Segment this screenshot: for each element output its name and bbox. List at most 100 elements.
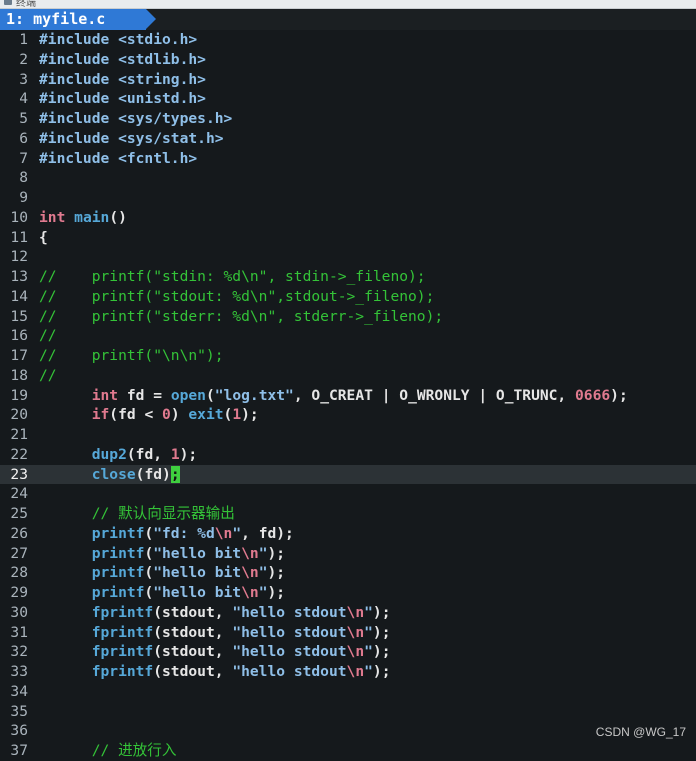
code-line[interactable]: 14// printf("stdout: %d\n",stdout->_file… xyxy=(0,287,696,307)
code-token: fprintf xyxy=(92,624,154,641)
code-line[interactable]: 23 close(fd); xyxy=(0,465,696,485)
code-editor[interactable]: 1#include <stdio.h>2#include <stdlib.h>3… xyxy=(0,30,696,761)
code-token xyxy=(39,643,92,660)
line-number: 34 xyxy=(0,682,28,702)
code-line[interactable]: 26 printf("fd: %d\n", fd); xyxy=(0,524,696,544)
code-token: ); xyxy=(373,624,391,641)
code-line[interactable]: 13// printf("stdin: %d\n", stdin->_filen… xyxy=(0,267,696,287)
code-token: ); xyxy=(267,564,285,581)
code-line[interactable]: 9 xyxy=(0,188,696,208)
code-token: (fd, xyxy=(127,446,171,463)
code-token: ( xyxy=(144,545,153,562)
code-text: printf("hello bit\n"); xyxy=(39,583,285,603)
code-token xyxy=(39,387,92,404)
code-line[interactable]: 34 xyxy=(0,682,696,702)
line-number: 1 xyxy=(0,30,28,50)
code-token: #include xyxy=(39,150,118,167)
code-token: int xyxy=(92,387,127,404)
code-token: "log.txt" xyxy=(215,387,294,404)
code-text: printf("fd: %d\n", fd); xyxy=(39,524,294,544)
code-token: \n xyxy=(241,564,259,581)
code-line[interactable]: 6#include <sys/stat.h> xyxy=(0,129,696,149)
code-token: 0666 xyxy=(575,387,610,404)
code-token: ); xyxy=(267,584,285,601)
code-token: #include xyxy=(39,71,118,88)
code-line[interactable]: 31 fprintf(stdout, "hello stdout\n"); xyxy=(0,623,696,643)
code-line[interactable]: 20 if(fd < 0) exit(1); xyxy=(0,405,696,425)
code-token: // printf("stdin: %d\n", stdin->_fileno)… xyxy=(39,268,426,285)
code-text: #include <sys/stat.h> xyxy=(39,129,224,149)
code-text: // xyxy=(39,326,57,346)
code-token: #include xyxy=(39,90,118,107)
code-line[interactable]: 37 // 进放行入 xyxy=(0,741,696,761)
code-token xyxy=(39,406,92,423)
code-token: \n xyxy=(347,624,365,641)
code-line[interactable]: 22 dup2(fd, 1); xyxy=(0,445,696,465)
line-number: 20 xyxy=(0,405,28,425)
code-line[interactable]: 11 { xyxy=(0,228,696,248)
code-token: open xyxy=(171,387,206,404)
line-number: 25 xyxy=(0,504,28,524)
code-line[interactable]: 12 xyxy=(0,247,696,267)
code-line[interactable]: 1 #include <stdio.h> xyxy=(0,30,696,50)
code-line[interactable]: 32 fprintf(stdout, "hello stdout\n"); xyxy=(0,642,696,662)
code-line[interactable]: 5#include <sys/types.h> xyxy=(0,109,696,129)
code-line[interactable]: 33 fprintf(stdout, "hello stdout\n"); xyxy=(0,662,696,682)
code-line[interactable]: 8 xyxy=(0,168,696,188)
code-line[interactable]: 30 fprintf(stdout, "hello stdout\n"); xyxy=(0,603,696,623)
line-number: 11 xyxy=(0,228,28,248)
code-line[interactable]: 19 int fd = open("log.txt", O_CREAT | O_… xyxy=(0,386,696,406)
code-token: ); xyxy=(180,446,198,463)
line-number: 14 xyxy=(0,287,28,307)
code-line[interactable]: 2#include <stdlib.h> xyxy=(0,50,696,70)
line-number: 28 xyxy=(0,563,28,583)
code-token: printf xyxy=(92,564,145,581)
window-title-bar: 终端 xyxy=(0,0,696,9)
code-token: ( xyxy=(206,387,215,404)
code-line[interactable]: 17// printf("\n\n"); xyxy=(0,346,696,366)
code-token: fprintf xyxy=(92,663,154,680)
line-number: 23 xyxy=(0,465,28,485)
code-token: \n xyxy=(215,525,233,542)
tab-myfile-c[interactable]: 1: myfile.c xyxy=(0,9,146,30)
code-line[interactable]: 16// xyxy=(0,326,696,346)
code-token: "hello stdout xyxy=(232,663,346,680)
code-text: #include <string.h> xyxy=(39,70,206,90)
code-text: #include <stdio.h> xyxy=(39,30,197,50)
code-text: { xyxy=(39,228,48,248)
code-token: 0 xyxy=(162,406,171,423)
code-line[interactable]: 10int main() xyxy=(0,208,696,228)
code-line[interactable]: 4#include <unistd.h> xyxy=(0,89,696,109)
code-line[interactable]: 35 xyxy=(0,702,696,722)
code-token: ( xyxy=(144,584,153,601)
code-token: exit xyxy=(188,406,223,423)
code-line[interactable]: 15// printf("stderr: %d\n", stderr->_fil… xyxy=(0,307,696,327)
code-line[interactable]: 18// xyxy=(0,366,696,386)
code-token: // printf("stderr: %d\n", stderr->_filen… xyxy=(39,308,443,325)
line-number: 2 xyxy=(0,50,28,70)
code-token: "hello bit xyxy=(153,584,241,601)
code-line[interactable]: 7#include <fcntl.h> xyxy=(0,149,696,169)
code-token: ); xyxy=(241,406,259,423)
code-token: \n xyxy=(241,545,259,562)
code-token xyxy=(39,525,92,542)
code-line[interactable]: 36 xyxy=(0,721,696,741)
code-token: // 进放行入 xyxy=(92,742,177,759)
code-line[interactable]: 29 printf("hello bit\n"); xyxy=(0,583,696,603)
code-token: #include xyxy=(39,130,118,147)
code-token: <stdio.h> xyxy=(118,31,197,48)
line-number: 24 xyxy=(0,484,28,504)
text-cursor: ; xyxy=(171,466,180,483)
code-line[interactable]: 25 // 默认向显示器输出 xyxy=(0,504,696,524)
code-line[interactable]: 28 printf("hello bit\n"); xyxy=(0,563,696,583)
code-token xyxy=(39,545,92,562)
code-line[interactable]: 3#include <string.h> xyxy=(0,70,696,90)
code-token: (stdout, xyxy=(153,643,232,660)
code-text: // xyxy=(39,366,57,386)
code-token: fd = xyxy=(127,387,171,404)
code-line[interactable]: 27 printf("hello bit\n"); xyxy=(0,544,696,564)
code-text: #include <unistd.h> xyxy=(39,89,206,109)
code-token: \n xyxy=(347,643,365,660)
code-line[interactable]: 24 xyxy=(0,484,696,504)
code-line[interactable]: 21 xyxy=(0,425,696,445)
